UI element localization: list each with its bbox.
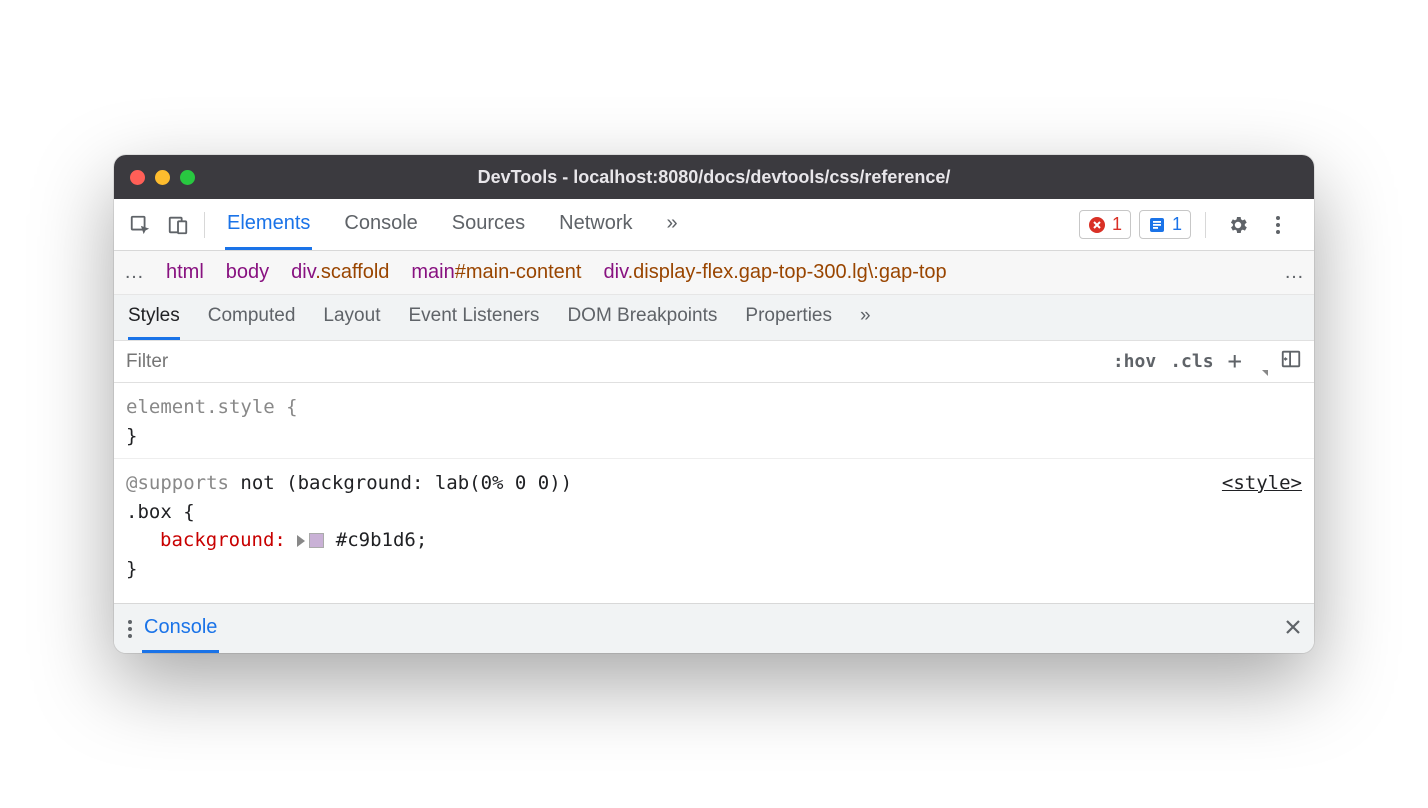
- breadcrumb-html[interactable]: html: [166, 261, 204, 284]
- issue-count: 1: [1172, 214, 1182, 235]
- breadcrumb-div-flex[interactable]: div.display-flex.gap-top-300.lg\:gap-top: [604, 261, 947, 284]
- tab-console[interactable]: Console: [342, 199, 419, 250]
- drawer-tab-console[interactable]: Console: [142, 604, 219, 653]
- error-count-badge[interactable]: 1: [1079, 210, 1131, 239]
- more-options-button[interactable]: [1264, 207, 1300, 243]
- resize-corner-icon: [1262, 370, 1268, 376]
- panel-icon: [1280, 348, 1302, 370]
- more-subtabs-button[interactable]: »: [860, 295, 871, 340]
- drawer-close-button[interactable]: [1284, 616, 1302, 642]
- main-toolbar: Elements Console Sources Network » 1 1: [114, 199, 1314, 251]
- subtab-styles[interactable]: Styles: [128, 295, 180, 340]
- dom-breadcrumb: … html body div.scaffold main#main-conte…: [114, 251, 1314, 295]
- color-swatch[interactable]: [309, 533, 324, 548]
- divider: [204, 212, 205, 238]
- window-controls: [130, 170, 195, 185]
- element-style-selector: element.style {: [126, 393, 1302, 422]
- titlebar: DevTools - localhost:8080/docs/devtools/…: [114, 155, 1314, 199]
- breadcrumb-overflow-left[interactable]: …: [124, 261, 144, 284]
- toolbar-right: 1 1: [1079, 207, 1306, 243]
- rule-source-link[interactable]: <style>: [1222, 469, 1302, 498]
- main-tabs: Elements Console Sources Network »: [213, 199, 1077, 250]
- inspect-element-button[interactable]: [122, 207, 158, 243]
- subtab-properties[interactable]: Properties: [745, 295, 832, 340]
- window-title: DevTools - localhost:8080/docs/devtools/…: [114, 167, 1314, 188]
- element-style-rule[interactable]: element.style { }: [114, 391, 1314, 452]
- css-declaration[interactable]: background: #c9b1d6;: [126, 526, 1302, 555]
- expand-shorthand-icon[interactable]: [297, 535, 305, 547]
- subtab-computed[interactable]: Computed: [208, 295, 296, 340]
- gear-icon: [1227, 214, 1249, 236]
- kebab-icon: [1274, 216, 1290, 234]
- rule-selector: .box {: [126, 498, 1302, 527]
- computed-sidebar-toggle[interactable]: [1280, 348, 1302, 375]
- close-icon: [1284, 618, 1302, 636]
- issue-icon: [1148, 216, 1166, 234]
- close-window-button[interactable]: [130, 170, 145, 185]
- styles-filter-input[interactable]: [114, 351, 1113, 373]
- divider: [1205, 212, 1206, 238]
- devtools-window: DevTools - localhost:8080/docs/devtools/…: [114, 155, 1314, 653]
- new-style-rule-button[interactable]: +: [1228, 347, 1242, 375]
- styles-pane-tabs: Styles Computed Layout Event Listeners D…: [114, 295, 1314, 341]
- subtab-layout[interactable]: Layout: [323, 295, 380, 340]
- minimize-window-button[interactable]: [155, 170, 170, 185]
- box-rule[interactable]: <style> @supports not (background: lab(0…: [114, 458, 1314, 585]
- subtab-event-listeners[interactable]: Event Listeners: [408, 295, 539, 340]
- styles-filter-tools: :hov .cls +: [1113, 348, 1314, 376]
- at-supports-rule: @supports not (background: lab(0% 0 0)): [126, 469, 1302, 498]
- subtab-dom-breakpoints[interactable]: DOM Breakpoints: [567, 295, 717, 340]
- breadcrumb-overflow-right[interactable]: …: [1284, 261, 1304, 284]
- breadcrumb-body[interactable]: body: [226, 261, 269, 284]
- console-drawer: Console: [114, 603, 1314, 653]
- styles-pane: element.style { } <style> @supports not …: [114, 383, 1314, 603]
- breadcrumb-main[interactable]: main#main-content: [411, 261, 581, 284]
- tab-sources[interactable]: Sources: [450, 199, 527, 250]
- error-count: 1: [1112, 214, 1122, 235]
- error-icon: [1088, 216, 1106, 234]
- rule-close-brace: }: [126, 555, 1302, 584]
- tab-elements[interactable]: Elements: [225, 199, 312, 250]
- rule-close-brace: }: [126, 422, 1302, 451]
- device-toolbar-button[interactable]: [160, 207, 196, 243]
- toggle-hover-button[interactable]: :hov: [1113, 351, 1156, 372]
- issue-count-badge[interactable]: 1: [1139, 210, 1191, 239]
- settings-button[interactable]: [1220, 207, 1256, 243]
- more-tabs-button[interactable]: »: [665, 199, 680, 250]
- toggle-class-button[interactable]: .cls: [1170, 351, 1213, 372]
- maximize-window-button[interactable]: [180, 170, 195, 185]
- breadcrumb-div-scaffold[interactable]: div.scaffold: [291, 261, 389, 284]
- styles-filter-bar: :hov .cls +: [114, 341, 1314, 383]
- css-property-name: background: [160, 529, 274, 551]
- tab-network[interactable]: Network: [557, 199, 634, 250]
- drawer-more-button[interactable]: [126, 620, 142, 638]
- css-property-value: #c9b1d6: [336, 529, 416, 551]
